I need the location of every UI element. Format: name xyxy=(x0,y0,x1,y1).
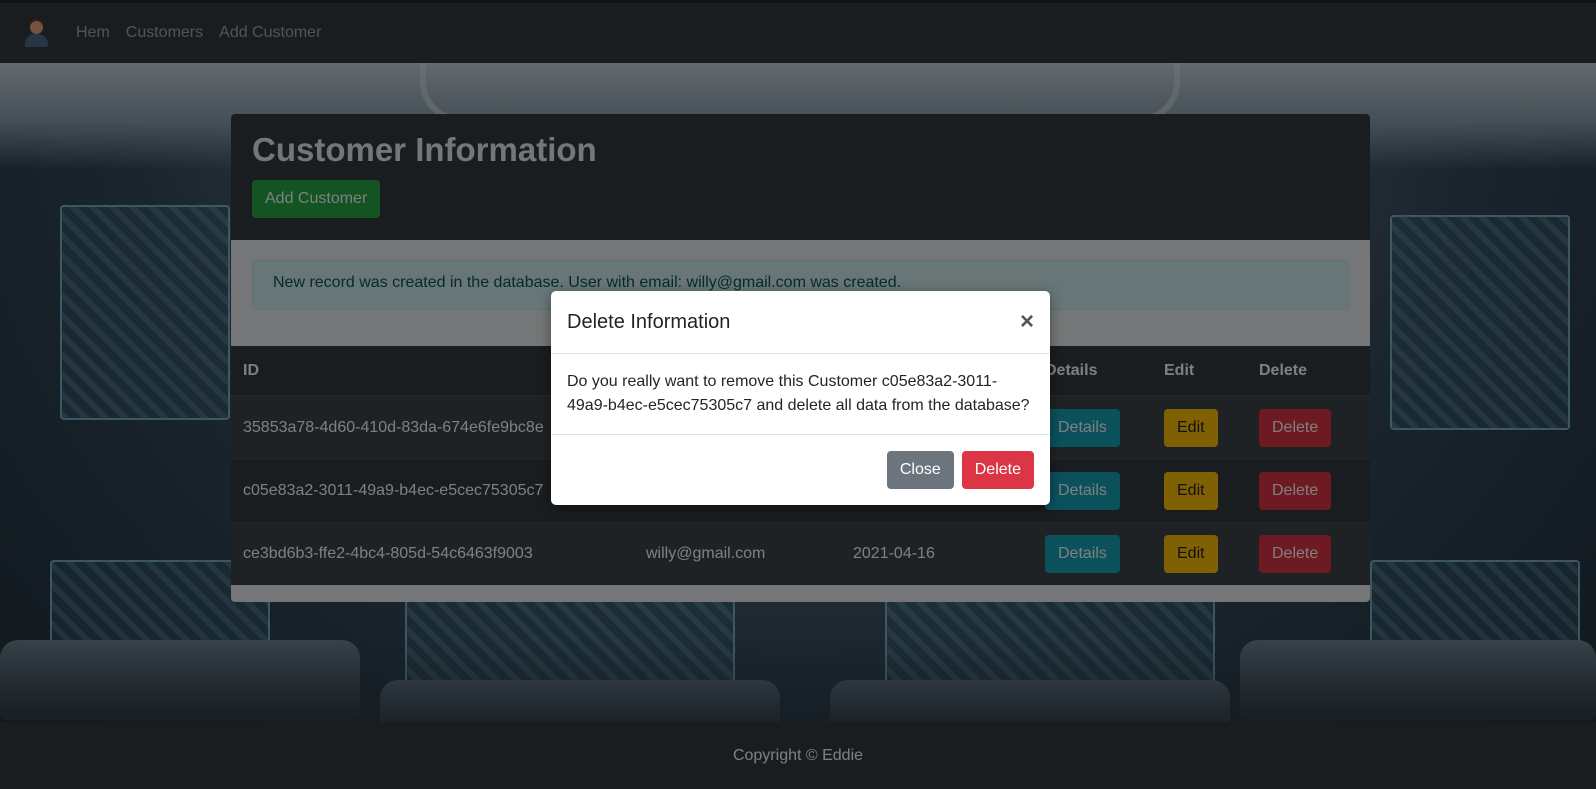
modal-title: Delete Information xyxy=(567,310,731,333)
modal-close-button[interactable]: Close xyxy=(886,451,954,489)
close-icon[interactable]: × xyxy=(1020,310,1034,334)
modal-delete-button[interactable]: Delete xyxy=(961,451,1034,489)
modal-body-text: Do you really want to remove this Custom… xyxy=(551,354,1050,435)
delete-confirmation-modal: Delete Information × Do you really want … xyxy=(551,291,1050,505)
modal-header: Delete Information × xyxy=(551,291,1050,354)
modal-footer: Close Delete xyxy=(551,435,1050,505)
